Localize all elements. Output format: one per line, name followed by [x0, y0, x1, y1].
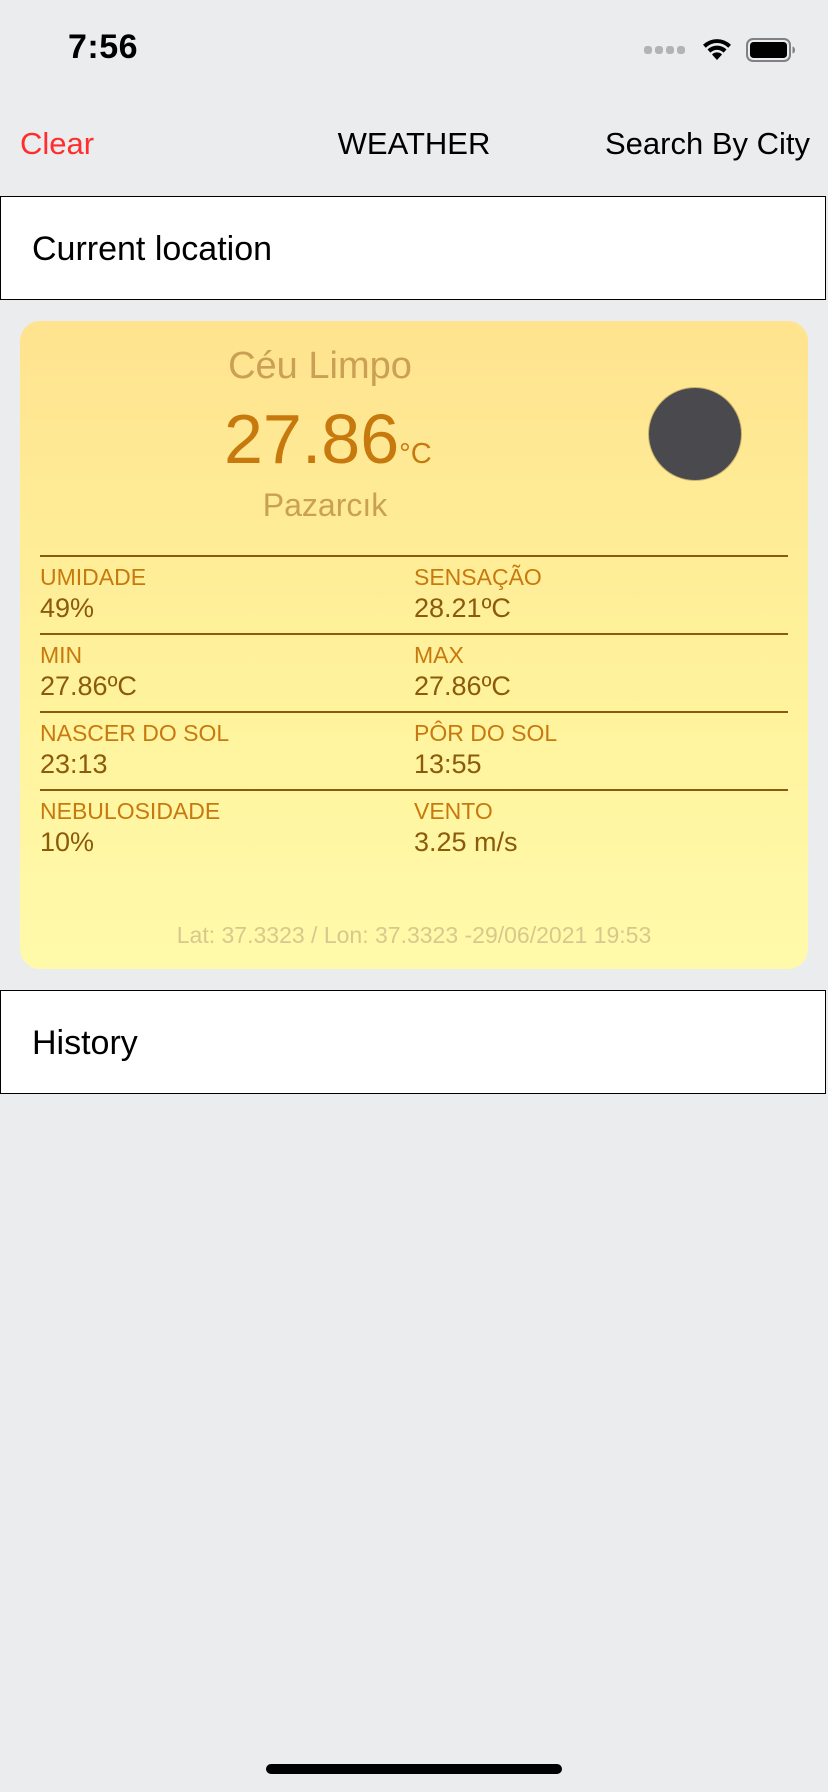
- detail-value: 13:55: [414, 749, 482, 779]
- details-row: NASCER DO SOL 23:13 PÔR DO SOL 13:55: [40, 711, 788, 789]
- detail-label: NEBULOSIDADE: [40, 798, 221, 824]
- home-indicator[interactable]: [266, 1764, 562, 1774]
- temperature: 27.86°C: [224, 399, 432, 479]
- details-row: NEBULOSIDADE 10% VENTO 3.25 m/s: [40, 789, 788, 867]
- temperature-unit: °C: [399, 438, 432, 470]
- sunrise-cell: NASCER DO SOL 23:13: [40, 719, 229, 781]
- detail-label: VENTO: [414, 798, 493, 824]
- cellular-signal-icon: [644, 46, 688, 54]
- detail-value: 49%: [40, 593, 95, 623]
- detail-value: 28.21ºC: [414, 593, 511, 623]
- detail-label: MIN: [40, 642, 83, 668]
- detail-value: 10%: [40, 827, 95, 857]
- search-by-city-button[interactable]: Search By City: [605, 126, 810, 162]
- weather-card: Céu Limpo 27.86°C Pazarcık UMIDADE 49% S…: [20, 321, 808, 969]
- detail-value: 27.86ºC: [40, 671, 137, 701]
- min-temp-cell: MIN 27.86ºC: [40, 641, 137, 703]
- coordinates-timestamp: Lat: 37.3323 / Lon: 37.3323 -29/06/2021 …: [176, 922, 652, 948]
- humidity-cell: UMIDADE 49%: [40, 563, 146, 625]
- weather-icon: [649, 388, 741, 480]
- detail-label: NASCER DO SOL: [40, 720, 230, 746]
- status-time: 7:56: [68, 28, 139, 66]
- weather-condition: Céu Limpo: [228, 345, 412, 387]
- wind-cell: VENTO 3.25 m/s: [414, 797, 518, 859]
- feels-like-cell: SENSAÇÃO 28.21ºC: [414, 563, 542, 625]
- status-bar: 7:56: [0, 0, 828, 96]
- details-row: MIN 27.86ºC MAX 27.86ºC: [40, 633, 788, 711]
- sunset-cell: PÔR DO SOL 13:55: [414, 719, 557, 781]
- detail-value: 27.86ºC: [414, 671, 511, 701]
- temperature-value: 27.86: [224, 400, 400, 478]
- battery-icon: [746, 38, 795, 62]
- history-label: History: [32, 1024, 138, 1062]
- detail-label: UMIDADE: [40, 564, 147, 590]
- detail-label: MAX: [414, 642, 464, 668]
- max-temp-cell: MAX 27.86ºC: [414, 641, 511, 703]
- detail-label: PÔR DO SOL: [414, 720, 558, 746]
- city-name: Pazarcık: [262, 487, 388, 523]
- weather-details-grid: UMIDADE 49% SENSAÇÃO 28.21ºC MIN 27.86ºC…: [40, 555, 788, 867]
- history-row[interactable]: History: [0, 990, 826, 1094]
- wifi-icon: [703, 39, 731, 60]
- detail-label: SENSAÇÃO: [414, 564, 542, 590]
- detail-value: 3.25 m/s: [414, 827, 518, 857]
- details-row: UMIDADE 49% SENSAÇÃO 28.21ºC: [40, 555, 788, 633]
- status-icons: [644, 36, 796, 64]
- cloudiness-cell: NEBULOSIDADE 10%: [40, 797, 220, 859]
- current-location-label: Current location: [32, 230, 273, 268]
- navigation-bar: Clear WEATHER Search By City: [0, 110, 828, 180]
- detail-value: 23:13: [40, 749, 108, 779]
- current-location-row[interactable]: Current location: [0, 196, 826, 300]
- app-screen: 7:56 Clear WEATHER Search By City Curren…: [0, 0, 828, 1792]
